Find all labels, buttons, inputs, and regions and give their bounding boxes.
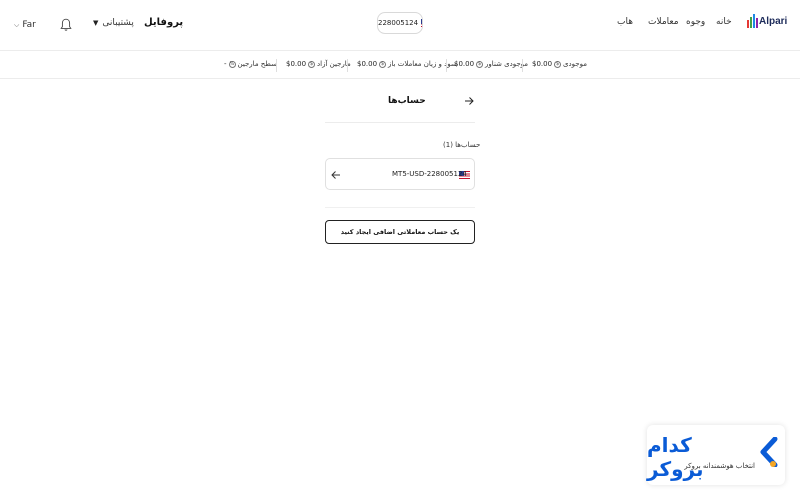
menu-home[interactable]: خانه — [716, 17, 732, 27]
support-label: پشتیبانی — [102, 18, 134, 28]
margin-level-value: - — [224, 60, 227, 68]
top-bar: ⌵ Far ▼ پشتیبانی پروفایل 228005124 هاب م… — [0, 0, 800, 50]
menu-hub[interactable]: هاب — [617, 17, 633, 27]
menu-trading[interactable]: معاملات — [648, 17, 679, 27]
open-pnl-value: $0.00 — [357, 60, 378, 68]
stats-separator — [276, 59, 277, 72]
account-selector-pill[interactable]: 228005124 — [377, 12, 423, 34]
alpari-logo-icon — [747, 14, 758, 28]
arrow-right-icon[interactable] — [464, 96, 474, 106]
profile-link[interactable]: پروفایل — [144, 17, 183, 28]
free-margin-value: $0.00 — [286, 60, 307, 68]
dollar-coin-icon: $ — [554, 60, 562, 68]
menu-funds[interactable]: وجوه — [686, 17, 705, 27]
alpari-logo[interactable]: Alpari — [747, 14, 787, 28]
stats-bar: - % سطح مارجین $0.00 $ مارجین آزاد $0.00… — [0, 50, 800, 79]
language-selector[interactable]: ⌵ Far — [14, 20, 36, 30]
account-card[interactable]: MT5-USD-228005124 — [325, 158, 475, 190]
floating-balance-value: $0.00 — [454, 60, 475, 68]
bell-icon[interactable] — [60, 18, 72, 32]
account-id: MT5-USD-228005124 — [392, 170, 467, 178]
create-account-button[interactable]: یک حساب معاملاتی اضافی ایجاد کنید — [325, 220, 475, 244]
language-label: Far — [22, 20, 36, 30]
language-switcher[interactable]: ⌵ Far — [14, 0, 36, 50]
support-menu[interactable]: ▼ پشتیبانی — [93, 18, 134, 28]
dollar-coin-icon: $ — [476, 60, 484, 68]
stats-separator — [446, 59, 447, 72]
stat-floating-balance: $0.00 $ موجودی شناور — [454, 60, 528, 68]
stat-free-margin: $0.00 $ مارجین آزاد — [286, 60, 351, 68]
stats-separator — [522, 59, 523, 72]
account-pill-label: 228005124 — [378, 19, 419, 27]
us-flag-icon — [421, 19, 422, 27]
watermark-subtitle: انتخاب هوشمندانه بروکر — [684, 462, 755, 470]
stat-open-pnl: $0.00 $ سود و زیان معاملات باز — [357, 60, 457, 68]
balance-label: موجودی — [563, 60, 587, 68]
stat-margin-level: - % سطح مارجین — [224, 60, 277, 68]
watermark-title: کدام بروکر — [647, 433, 704, 481]
logo-text: Alpari — [759, 15, 788, 27]
dollar-coin-icon: $ — [308, 60, 316, 68]
margin-level-label: سطح مارجین — [237, 60, 277, 68]
accounts-section-label: حساب‌ها (1) — [443, 141, 481, 149]
section-divider — [325, 207, 475, 208]
stat-balance: $0.00 $ موجودی — [532, 60, 587, 68]
stats-separator — [347, 59, 348, 72]
dollar-coin-icon: $ — [379, 60, 387, 68]
free-margin-label: مارجین آزاد — [317, 60, 351, 68]
title-divider — [325, 122, 475, 123]
chevron-down-icon: ▼ — [93, 19, 99, 27]
arrow-left-icon — [331, 171, 340, 179]
chevron-down-icon: ⌵ — [14, 20, 20, 29]
balance-value: $0.00 — [532, 60, 553, 68]
watermark-badge: کدام بروکر انتخاب هوشمندانه بروکر — [647, 425, 785, 485]
kodam-broker-logo-icon — [760, 437, 778, 467]
info-icon: % — [228, 60, 236, 68]
page-title: حساب‌ها — [388, 96, 426, 106]
